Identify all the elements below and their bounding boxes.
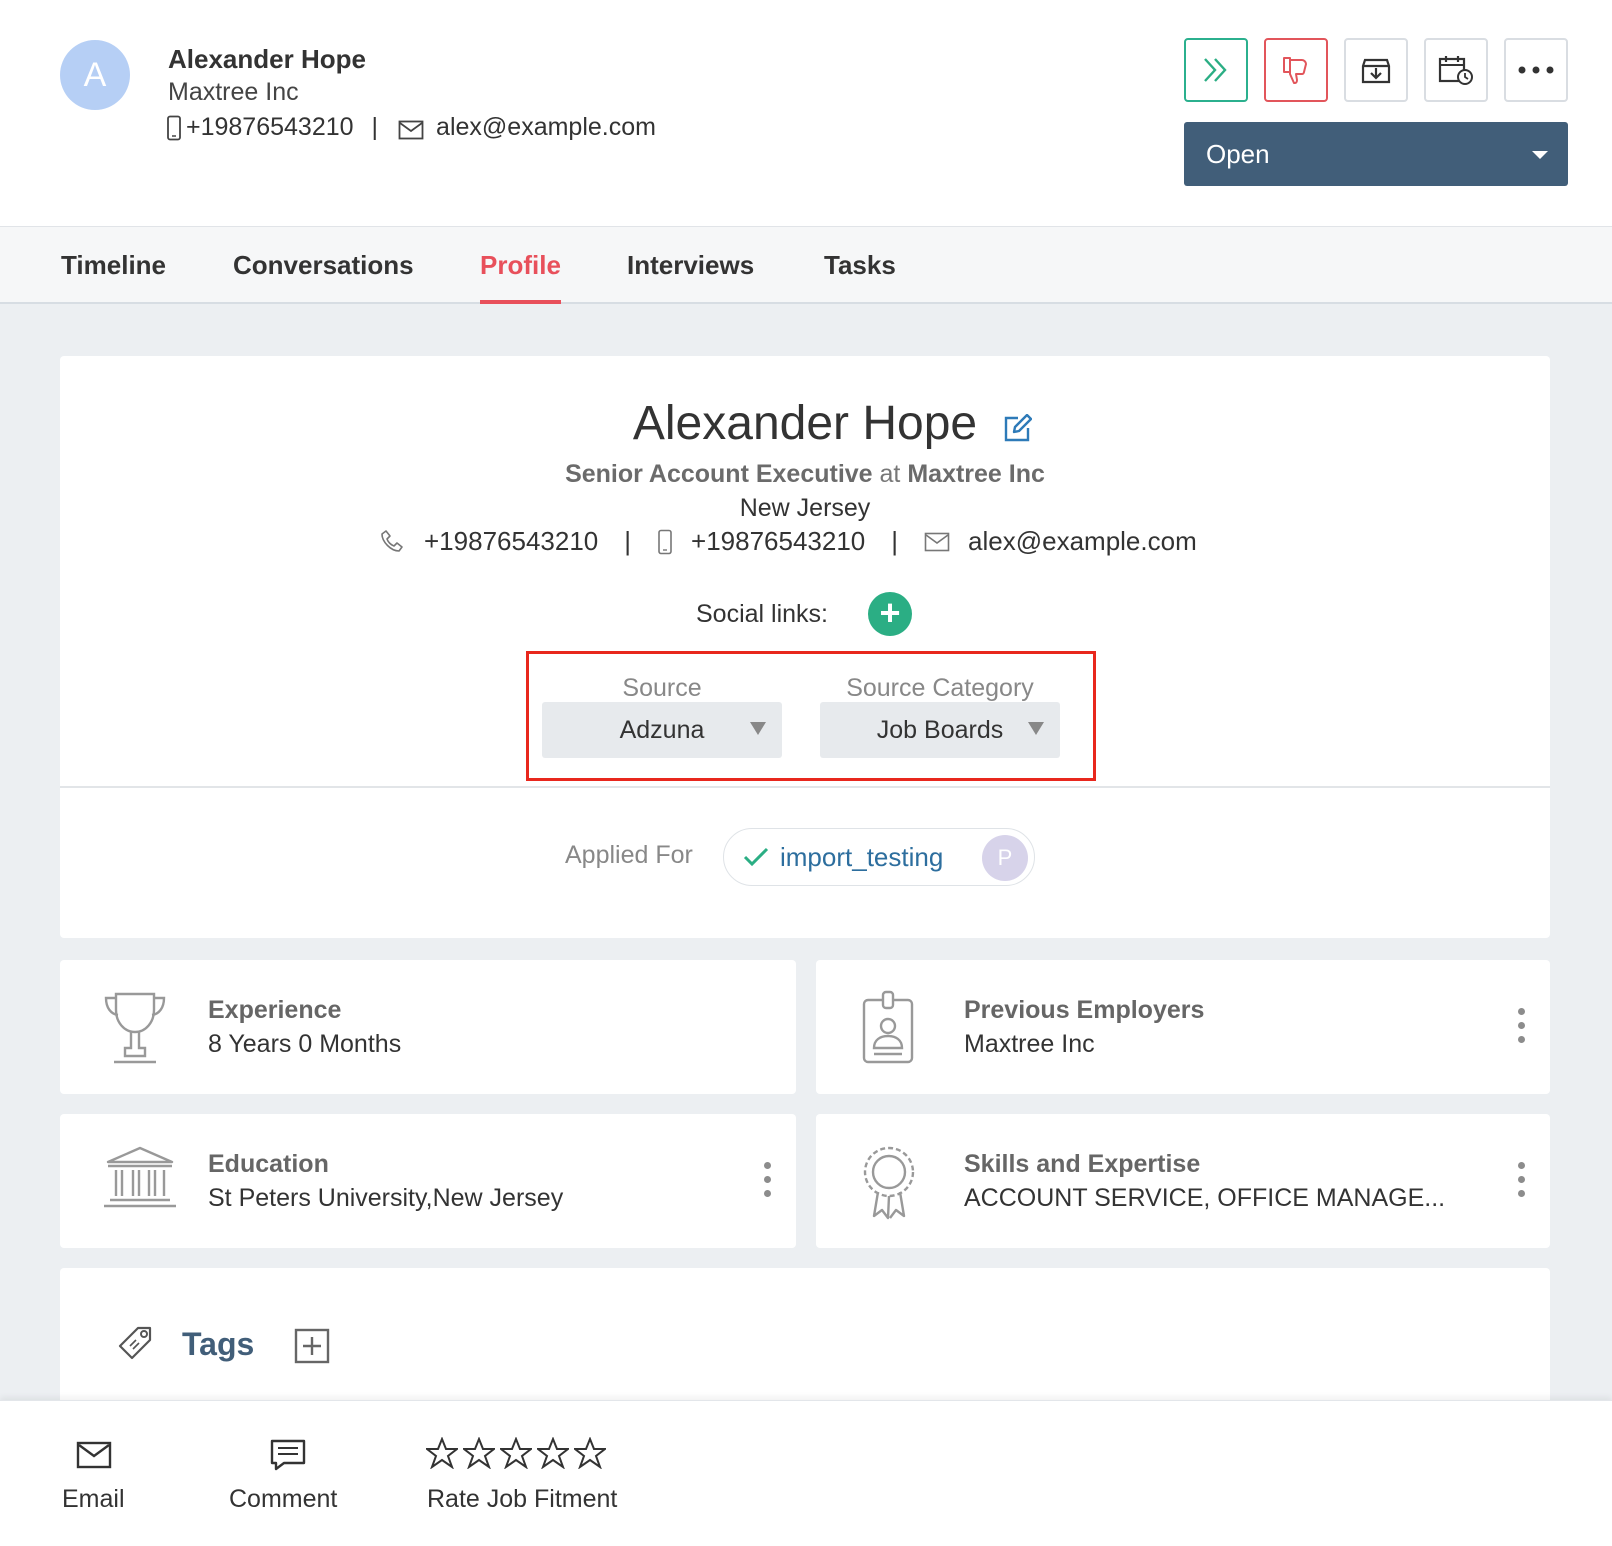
more-vertical-icon[interactable] xyxy=(1518,1162,1526,1204)
owner-avatar: P xyxy=(982,835,1028,881)
id-badge-icon xyxy=(862,990,914,1064)
mail-icon xyxy=(924,532,950,552)
tab-profile[interactable]: Profile xyxy=(480,250,561,304)
at-word: at xyxy=(879,460,901,488)
reject-button[interactable] xyxy=(1264,38,1328,102)
email-icon[interactable] xyxy=(76,1441,112,1469)
archive-icon xyxy=(1361,58,1391,84)
archive-button[interactable] xyxy=(1344,38,1408,102)
more-options-button[interactable] xyxy=(1504,38,1568,102)
star-icon[interactable] xyxy=(426,1437,458,1469)
double-chevron-right-icon xyxy=(1204,58,1227,82)
profile-card: Alexander Hope Senior Account Executive … xyxy=(60,356,1550,938)
skills-value: ACCOUNT SERVICE, OFFICE MANAGE... xyxy=(964,1184,1446,1212)
skills-card: Skills and Expertise ACCOUNT SERVICE, OF… xyxy=(816,1114,1550,1248)
source-category-label: Source Category xyxy=(846,674,1034,702)
tab-bar: Timeline Conversations Profile Interview… xyxy=(0,227,1612,304)
rate-job-fitment-label: Rate Job Fitment xyxy=(427,1485,618,1513)
separator: | xyxy=(891,526,899,556)
previous-employers-card: Previous Employers Maxtree Inc xyxy=(816,960,1550,1094)
rating-stars[interactable] xyxy=(426,1437,606,1469)
bottom-action-bar: Email Comment Rate Job Fitment xyxy=(0,1400,1612,1546)
separator: | xyxy=(624,526,632,556)
current-company: Maxtree Inc xyxy=(907,460,1045,488)
previous-employers-value: Maxtree Inc xyxy=(964,1030,1095,1058)
profile-phone[interactable]: +19876543210 xyxy=(424,526,598,557)
header-phone[interactable]: +19876543210 xyxy=(186,113,354,142)
comment-action[interactable]: Comment xyxy=(229,1485,337,1514)
avatar: A xyxy=(60,40,130,110)
calendar-clock-icon xyxy=(1438,56,1473,85)
header-contact: +19876543210 | alex@example.com xyxy=(166,113,656,142)
award-ribbon-icon xyxy=(863,1146,915,1220)
social-links-label: Social links: xyxy=(696,600,828,628)
tab-tasks[interactable]: Tasks xyxy=(824,250,896,304)
email-action[interactable]: Email xyxy=(62,1485,125,1514)
mobile-icon xyxy=(167,115,181,140)
applied-for-label: Applied For xyxy=(565,841,693,869)
move-forward-button[interactable] xyxy=(1184,38,1248,102)
more-horizontal-icon xyxy=(1518,66,1554,74)
profile-name: Alexander Hope xyxy=(632,397,978,450)
source-value: Adzuna xyxy=(619,715,705,744)
status-dropdown[interactable]: Open xyxy=(1184,122,1568,186)
star-icon[interactable] xyxy=(574,1437,606,1469)
experience-title: Experience xyxy=(208,996,342,1024)
tab-timeline[interactable]: Timeline xyxy=(61,250,166,304)
tag-icon xyxy=(118,1326,152,1360)
candidate-header: A Alexander Hope Maxtree Inc +1987654321… xyxy=(0,0,1612,227)
comment-icon[interactable] xyxy=(270,1439,306,1471)
source-category-dropdown[interactable]: Job Boards xyxy=(820,702,1060,758)
experience-value: 8 Years 0 Months xyxy=(208,1030,402,1058)
add-tag-icon[interactable] xyxy=(294,1328,330,1364)
status-value: Open xyxy=(1206,138,1270,169)
profile-contacts: +19876543210 | +19876543210 | alex@examp… xyxy=(380,526,1197,557)
profile-location: New Jersey xyxy=(739,494,871,522)
source-label: Source xyxy=(622,674,702,702)
tab-conversations[interactable]: Conversations xyxy=(233,250,414,304)
profile-email[interactable]: alex@example.com xyxy=(968,526,1197,557)
separator: | xyxy=(371,113,379,141)
source-dropdown[interactable]: Adzuna xyxy=(542,702,782,758)
edit-icon[interactable] xyxy=(1002,414,1032,444)
tags-title: Tags xyxy=(182,1326,255,1362)
caret-down-icon xyxy=(1532,151,1548,159)
education-title: Education xyxy=(208,1150,329,1178)
phone-icon xyxy=(380,529,406,555)
dropdown-triangle-icon xyxy=(1028,722,1044,735)
applied-job-pill[interactable]: import_testing P xyxy=(723,828,1035,886)
star-icon[interactable] xyxy=(463,1437,495,1469)
skills-title: Skills and Expertise xyxy=(964,1150,1201,1178)
more-vertical-icon[interactable] xyxy=(764,1162,772,1204)
schedule-button[interactable] xyxy=(1424,38,1488,102)
profile-job-title-line: Senior Account Executive at Maxtree Inc xyxy=(60,460,1550,489)
job-title: Senior Account Executive xyxy=(565,460,873,488)
mobile-icon xyxy=(657,529,673,555)
mail-icon xyxy=(398,120,424,139)
more-vertical-icon[interactable] xyxy=(1518,1008,1526,1050)
star-icon[interactable] xyxy=(500,1437,532,1469)
education-card: Education St Peters University,New Jerse… xyxy=(60,1114,796,1248)
avatar-letter: A xyxy=(83,55,107,94)
trophy-icon xyxy=(104,992,166,1064)
dropdown-triangle-icon xyxy=(750,722,766,735)
source-highlight-box: Source Adzuna Source Category Job Boards xyxy=(526,651,1096,781)
star-icon[interactable] xyxy=(537,1437,569,1469)
institution-icon xyxy=(104,1146,176,1208)
header-email[interactable]: alex@example.com xyxy=(436,113,656,142)
tab-interviews[interactable]: Interviews xyxy=(627,250,754,304)
header-company: Maxtree Inc xyxy=(168,78,299,106)
profile-mobile[interactable]: +19876543210 xyxy=(691,526,865,557)
source-category-value: Job Boards xyxy=(876,715,1004,744)
thumbs-down-icon xyxy=(1283,57,1307,84)
previous-employers-title: Previous Employers xyxy=(964,996,1205,1024)
divider xyxy=(60,786,1550,788)
check-icon xyxy=(743,847,769,867)
education-value: St Peters University,New Jersey xyxy=(208,1184,564,1212)
experience-card: Experience 8 Years 0 Months xyxy=(60,960,796,1094)
header-candidate-name: Alexander Hope xyxy=(168,44,366,74)
add-social-link-button[interactable]: + xyxy=(868,592,912,636)
applied-job-name[interactable]: import_testing xyxy=(780,842,943,873)
